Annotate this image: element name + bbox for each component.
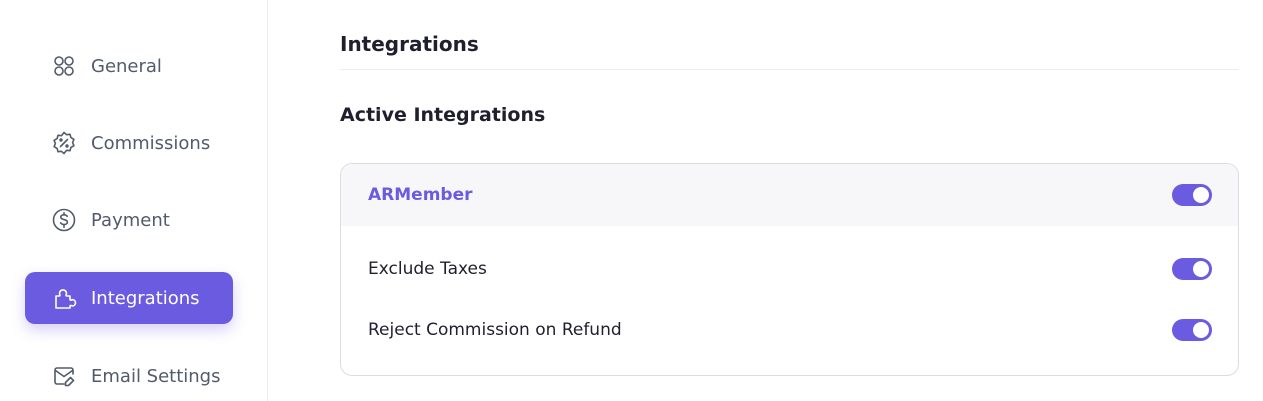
exclude-taxes-toggle[interactable]: [1172, 258, 1212, 280]
sidebar-item-general[interactable]: General: [25, 40, 233, 92]
sidebar: General Commissions Payment Integrations…: [0, 0, 268, 401]
sidebar-item-integrations[interactable]: Integrations: [25, 272, 233, 324]
sidebar-item-label: Commissions: [91, 132, 211, 154]
option-label: Reject Commission on Refund: [368, 320, 622, 340]
option-row-reject-commission: Reject Commission on Refund: [368, 313, 1212, 347]
integration-card-header: ARMember: [341, 164, 1238, 226]
integration-name: ARMember: [368, 185, 473, 205]
percent-badge-icon: [51, 130, 77, 156]
page-title: Integrations: [340, 32, 479, 56]
sidebar-item-commissions[interactable]: Commissions: [25, 117, 233, 169]
reject-commission-toggle[interactable]: [1172, 319, 1212, 341]
puzzle-icon: [51, 285, 77, 311]
mail-edit-icon: [51, 363, 77, 389]
toggle-knob: [1193, 322, 1209, 338]
sidebar-item-label: Email Settings: [91, 365, 221, 387]
sidebar-item-label: Payment: [91, 209, 170, 231]
sidebar-item-payment[interactable]: Payment: [25, 194, 233, 246]
section-title: Active Integrations: [340, 104, 546, 126]
integration-card: ARMember Exclude Taxes Reject Commission…: [340, 163, 1239, 376]
integration-enable-toggle[interactable]: [1172, 184, 1212, 206]
option-label: Exclude Taxes: [368, 259, 487, 279]
title-divider: [340, 69, 1239, 70]
settings-app: General Commissions Payment Integrations…: [0, 0, 1263, 401]
main-content: Integrations Active Integrations ARMembe…: [340, 0, 1239, 401]
grid-circles-icon: [51, 53, 77, 79]
toggle-knob: [1193, 261, 1209, 277]
sidebar-item-email-settings[interactable]: Email Settings: [25, 350, 233, 401]
dollar-circle-icon: [51, 207, 77, 233]
option-row-exclude-taxes: Exclude Taxes: [368, 252, 1212, 286]
sidebar-item-label: Integrations: [91, 287, 200, 309]
toggle-knob: [1193, 187, 1209, 203]
sidebar-item-label: General: [91, 55, 162, 77]
